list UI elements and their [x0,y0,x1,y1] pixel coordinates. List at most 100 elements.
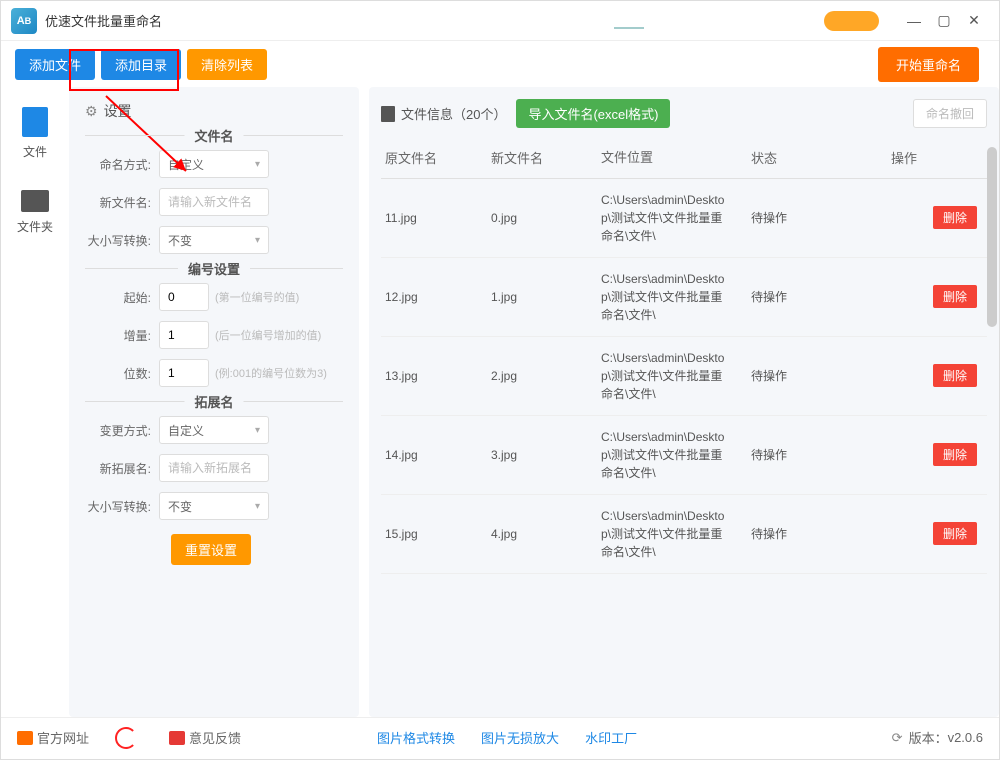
table-row: 14.jpg3.jpgC:\Users\admin\Desktop\测试文件\文… [381,416,987,495]
col-status: 状态 [731,148,851,168]
col-action: 操作 [851,148,987,168]
feedback-icon [169,731,185,745]
sidebar-item-label: 文件 [23,143,47,160]
cell-new: 3.jpg [491,448,601,462]
reset-settings-button[interactable]: 重置设置 [171,534,251,565]
new-filename-input[interactable] [159,188,269,216]
step-input[interactable] [159,321,209,349]
section-filename-title: 文件名 [184,126,243,145]
delete-row-button[interactable]: 删除 [933,364,977,387]
new-ext-label: 新拓展名: [85,460,151,477]
version-label: 版本： [909,728,948,747]
feedback-link[interactable]: 意见反馈 [169,728,241,747]
version-value: v2.0.6 [948,730,983,745]
cell-path: C:\Users\admin\Desktop\测试文件\文件批量重命名\文件\ [601,270,731,324]
start-hint: (第一位编号的值) [215,289,299,305]
toolbar: 添加文件 添加目录 清除列表 开始重命名 [1,41,999,87]
chevron-down-icon: ▾ [255,159,260,170]
section-ext-title: 拓展名 [184,392,243,411]
clear-list-button[interactable]: 清除列表 [187,49,267,80]
delete-row-button[interactable]: 删除 [933,443,977,466]
ext-case-label: 大小写转换: [85,498,151,515]
settings-header: ⚙ 设置 [85,101,343,121]
file-icon [381,106,395,122]
cell-orig: 15.jpg [381,527,491,541]
new-filename-label: 新文件名: [85,194,151,211]
cell-orig: 14.jpg [381,448,491,462]
img-format-link[interactable]: 图片格式转换 [377,728,455,747]
start-rename-button[interactable]: 开始重命名 [878,47,979,82]
naming-mode-label: 命名方式: [85,156,151,173]
table-row: 13.jpg2.jpgC:\Users\admin\Desktop\测试文件\文… [381,337,987,416]
add-dir-button[interactable]: 添加目录 [101,49,181,80]
col-orig: 原文件名 [381,148,491,168]
delete-row-button[interactable]: 删除 [933,206,977,229]
digits-hint: (例:001的编号位数为3) [215,365,327,381]
loading-indicator [115,727,143,749]
cell-status: 待操作 [731,288,851,305]
spinner-icon [115,727,137,749]
delete-row-button[interactable]: 删除 [933,285,977,308]
close-button[interactable]: ✕ [959,6,989,36]
cell-orig: 11.jpg [381,211,491,225]
folder-icon [21,190,49,212]
cell-path: C:\Users\admin\Desktop\测试文件\文件批量重命名\文件\ [601,428,731,482]
table-row: 15.jpg4.jpgC:\Users\admin\Desktop\测试文件\文… [381,495,987,574]
scrollbar[interactable] [987,147,997,327]
refresh-icon[interactable]: ⟳ [892,730,903,746]
vip-badge[interactable] [824,11,879,31]
undo-rename-button[interactable]: 命名撤回 [913,99,987,128]
cell-path: C:\Users\admin\Desktop\测试文件\文件批量重命名\文件\ [601,349,731,403]
decorative-icon [614,13,644,29]
cell-status: 待操作 [731,446,851,463]
gear-icon: ⚙ [85,103,98,120]
start-input[interactable] [159,283,209,311]
cell-status: 待操作 [731,367,851,384]
cell-orig: 13.jpg [381,369,491,383]
file-list-panel: 文件信息（20个） 导入文件名(excel格式) 命名撤回 原文件名 新文件名 … [369,87,999,717]
ext-case-select[interactable]: 不变▾ [159,492,269,520]
official-site-link[interactable]: 官方网址 [17,728,89,747]
footer: 官方网址 意见反馈 图片格式转换 图片无损放大 水印工厂 ⟳ 版本： v2.0.… [1,717,999,757]
digits-input[interactable] [159,359,209,387]
cell-path: C:\Users\admin\Desktop\测试文件\文件批量重命名\文件\ [601,191,731,245]
step-hint: (后一位编号增加的值) [215,327,321,343]
sidebar-item-label: 文件夹 [17,218,53,235]
titlebar: AB 优速文件批量重命名 — ▢ ✕ [1,1,999,41]
case-select[interactable]: 不变▾ [159,226,269,254]
col-path: 文件位置 [601,148,731,168]
digits-label: 位数: [85,365,151,382]
cell-path: C:\Users\admin\Desktop\测试文件\文件批量重命名\文件\ [601,507,731,561]
import-excel-button[interactable]: 导入文件名(excel格式) [516,99,670,128]
add-file-button[interactable]: 添加文件 [15,49,95,80]
table-body[interactable]: 11.jpg0.jpgC:\Users\admin\Desktop\测试文件\文… [381,179,987,699]
watermark-link[interactable]: 水印工厂 [585,728,637,747]
chevron-down-icon: ▾ [255,501,260,512]
cell-status: 待操作 [731,525,851,542]
ext-mode-label: 变更方式: [85,422,151,439]
case-label: 大小写转换: [85,232,151,249]
app-logo-icon: AB [11,8,37,34]
table-row: 11.jpg0.jpgC:\Users\admin\Desktop\测试文件\文… [381,179,987,258]
cell-status: 待操作 [731,209,851,226]
new-ext-input[interactable] [159,454,269,482]
cell-new: 2.jpg [491,369,601,383]
img-enlarge-link[interactable]: 图片无损放大 [481,728,559,747]
ext-mode-select[interactable]: 自定义▾ [159,416,269,444]
step-label: 增量: [85,327,151,344]
delete-row-button[interactable]: 删除 [933,522,977,545]
cell-orig: 12.jpg [381,290,491,304]
naming-mode-select[interactable]: 自定义▾ [159,150,269,178]
section-number-title: 编号设置 [178,259,250,278]
chevron-down-icon: ▾ [255,425,260,436]
website-icon [17,731,33,745]
cell-new: 4.jpg [491,527,601,541]
sidebar: 文件 文件夹 [1,87,69,717]
sidebar-item-file[interactable]: 文件 [1,107,69,160]
maximize-button[interactable]: ▢ [929,6,959,36]
minimize-button[interactable]: — [899,6,929,36]
start-label: 起始: [85,289,151,306]
col-new: 新文件名 [491,148,601,168]
sidebar-item-folder[interactable]: 文件夹 [1,190,69,235]
app-title: 优速文件批量重命名 [45,11,162,30]
